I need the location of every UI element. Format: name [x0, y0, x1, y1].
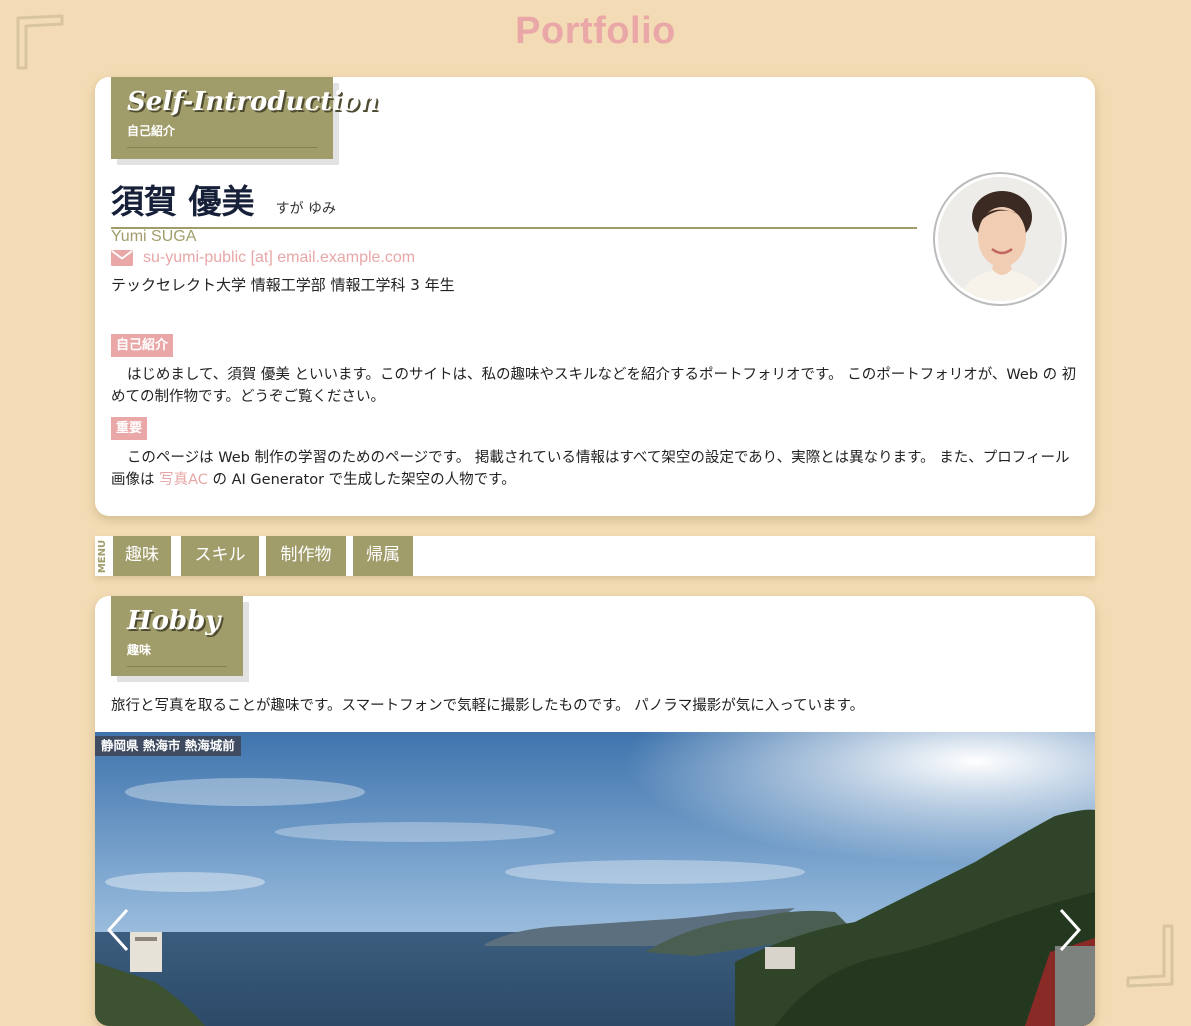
important-text-after: の AI Generator で生成した架空の人物です。 [207, 472, 516, 488]
menu-bar: MENU 趣味 スキル 制作物 帰属 [95, 536, 1095, 576]
important-paragraph: このページは Web 制作の学習のためのページです。 掲載されている情報はすべて… [111, 447, 1079, 491]
section-heading-hobby: Hobby 趣味 [111, 596, 243, 676]
tag-important: 重要 [111, 417, 148, 440]
name-english: Yumi SUGA [111, 228, 197, 245]
email-row: su-yumi-public [at] email.example.com [111, 249, 415, 267]
intro-paragraph: はじめまして、須賀 優美 といいます。このサイトは、私の趣味やスキルなどを紹介す… [111, 367, 1077, 405]
name-row: 須賀 優美 すが ゆみ [111, 179, 917, 229]
corner-decoration-bottom-right-icon [1126, 924, 1174, 988]
photo-caption: 静岡県 熱海市 熱海城前 [95, 736, 241, 756]
chevron-right-icon[interactable] [1055, 906, 1085, 954]
avatar [935, 174, 1065, 304]
photo-ac-link[interactable]: 写真AC [159, 472, 208, 488]
section-heading-en: Hobby [127, 606, 221, 636]
section-heading-en: Self-Introduction [127, 87, 379, 117]
hobby-description: 旅行と写真を取ることが趣味です。スマートフォンで気軽に撮影したものです。 パノラ… [111, 698, 865, 714]
self-introduction-card: Self-Introduction 自己紹介 須賀 優美 すが ゆみ Yumi … [95, 77, 1095, 516]
affiliation: テックセレクト大学 情報工学部 情報工学科 3 年生 [111, 276, 455, 294]
chevron-left-icon[interactable] [103, 906, 133, 954]
menu-item-attribution[interactable]: 帰属 [353, 536, 413, 576]
mail-icon [111, 250, 133, 266]
name-kanji: 須賀 優美 [111, 182, 255, 221]
hobby-card: Hobby 趣味 旅行と写真を取ることが趣味です。スマートフォンで気軽に撮影した… [95, 596, 1095, 1026]
menu-item-hobby[interactable]: 趣味 [113, 536, 171, 576]
site-title: Portfolio [515, 10, 676, 52]
section-heading-ja: 自己紹介 [127, 119, 317, 148]
panorama-photo [95, 732, 1095, 1026]
tag-self-introduction: 自己紹介 [111, 334, 174, 357]
section-heading-ja: 趣味 [127, 638, 227, 667]
menu-item-works[interactable]: 制作物 [266, 536, 346, 576]
name-kana: すが ゆみ [275, 201, 337, 217]
menu-item-skill[interactable]: スキル [181, 536, 259, 576]
email-address: su-yumi-public [at] email.example.com [143, 249, 416, 266]
profile-photo [938, 177, 1062, 301]
section-heading-self-introduction: Self-Introduction 自己紹介 [111, 77, 379, 159]
menu-label: MENU [95, 536, 111, 576]
